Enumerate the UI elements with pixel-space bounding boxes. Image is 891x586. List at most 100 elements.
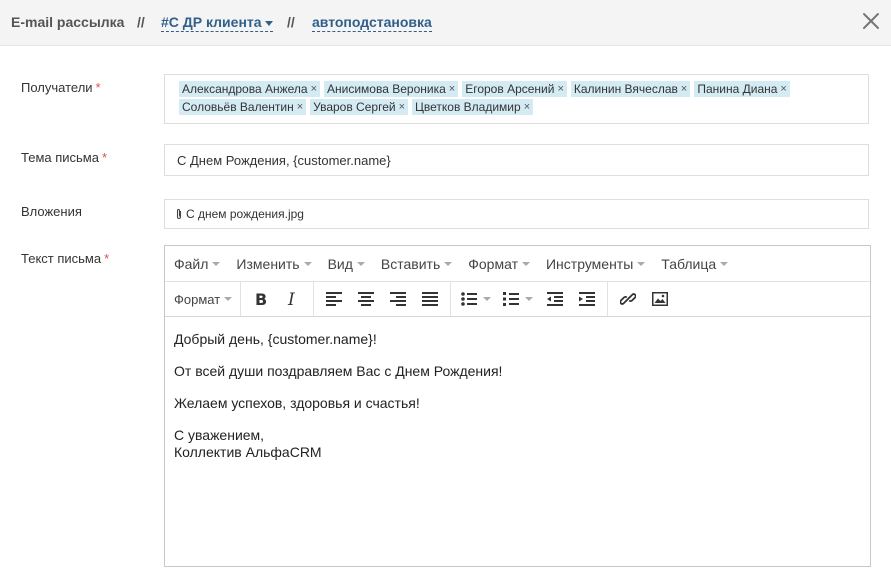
editor-content[interactable]: Добрый день, {customer.name}! От всей ду…: [165, 317, 870, 490]
subject-input[interactable]: С Днем Рождения, {customer.name}: [164, 144, 869, 176]
bullet-list-button[interactable]: [455, 282, 497, 316]
recipient-tag-label: Цветков Владимир: [415, 100, 521, 114]
remove-recipient-icon[interactable]: ×: [297, 99, 303, 115]
link-icon: [620, 293, 637, 305]
remove-recipient-icon[interactable]: ×: [681, 81, 687, 97]
numbered-list-icon: [503, 292, 520, 306]
recipient-tag: Соловьёв Валентин ×: [179, 99, 307, 115]
editor-menu-item[interactable]: Формат: [468, 256, 530, 272]
modal-title: E-mail рассылка: [11, 14, 125, 30]
remove-recipient-icon[interactable]: ×: [780, 81, 786, 97]
editor-menu-label: Формат: [468, 255, 518, 272]
alignment-group: [313, 282, 450, 316]
editor-menu-item[interactable]: Вставить: [380, 255, 453, 272]
modal-header: E-mail рассылка // #С ДР клиента // авто…: [0, 0, 891, 46]
content-paragraph: Желаем успехов, здоровья и счастья!: [174, 395, 420, 411]
editor-menu-label: Изменить: [236, 255, 300, 272]
autosubstitution-link[interactable]: автоподстановка: [312, 14, 432, 32]
remove-recipient-icon[interactable]: ×: [311, 81, 317, 97]
outdent-button[interactable]: [539, 282, 571, 316]
chevron-down-icon: [212, 261, 221, 266]
content-signature: С уважением, Коллектив АльфаCRM: [174, 427, 861, 461]
bullet-list-icon: [461, 292, 478, 306]
signature-line: Коллектив АльфаCRM: [174, 444, 322, 460]
italic-button[interactable]: I: [277, 282, 309, 316]
editor-menu-item[interactable]: Файл: [174, 255, 221, 272]
indent-icon: [579, 292, 596, 306]
chevron-down-icon: [637, 261, 646, 266]
indent-button[interactable]: [571, 282, 603, 316]
remove-recipient-icon[interactable]: ×: [449, 81, 455, 97]
remove-recipient-icon[interactable]: ×: [524, 99, 530, 115]
chevron-down-icon[interactable]: [483, 297, 492, 301]
image-icon: [652, 292, 669, 306]
editor-menu-item[interactable]: Изменить: [236, 255, 312, 272]
recipient-tag: Анисимова Вероника ×: [324, 81, 459, 97]
attachment-file-link[interactable]: С днем рождения.jpg: [186, 207, 304, 221]
svg-text:I: I: [287, 291, 295, 307]
numbered-list-button[interactable]: [497, 282, 539, 316]
subject-label: Тема письма *: [21, 150, 108, 165]
recipient-tag-label: Соловьёв Валентин: [182, 100, 294, 114]
remove-recipient-icon[interactable]: ×: [557, 81, 563, 97]
align-right-button[interactable]: [382, 282, 414, 316]
chevron-down-icon: [521, 261, 530, 266]
italic-icon: I: [287, 291, 295, 307]
format-dropdown[interactable]: Формат: [174, 291, 233, 307]
close-icon[interactable]: [862, 12, 880, 30]
chevron-down-icon: [720, 261, 729, 266]
content-paragraph: Добрый день, {customer.name}!: [174, 331, 377, 347]
breadcrumb-separator: //: [287, 14, 295, 30]
format-dropdown-label: Формат: [174, 291, 221, 307]
template-dropdown-label[interactable]: #С ДР клиента: [161, 14, 273, 32]
recipient-tag-label: Егоров Арсений: [465, 82, 555, 96]
align-justify-button[interactable]: [414, 282, 446, 316]
signature-line: С уважением,: [174, 427, 265, 443]
chevron-down-icon: [224, 297, 233, 301]
chevron-down-icon: [264, 20, 273, 26]
editor-menu-label: Таблица: [661, 255, 717, 272]
remove-recipient-icon[interactable]: ×: [399, 99, 405, 115]
attachments-field[interactable]: С днем рождения.jpg: [164, 199, 869, 229]
editor-menu-item[interactable]: Вид: [328, 256, 365, 272]
align-left-button[interactable]: [318, 282, 350, 316]
recipient-tag: Егоров Арсений ×: [462, 81, 567, 97]
text-style-group: B I: [240, 282, 313, 316]
insert-image-button[interactable]: [644, 282, 676, 316]
bold-button[interactable]: B: [245, 282, 277, 316]
required-mark: *: [101, 150, 108, 165]
editor-menu-label: Вставить: [380, 255, 441, 272]
editor-menu-item[interactable]: Инструменты: [545, 255, 646, 272]
insert-group: [607, 282, 680, 316]
editor-toolbar: Формат B I: [165, 282, 870, 317]
breadcrumb-separator: //: [137, 14, 145, 30]
editor-menu-label: Вид: [327, 255, 353, 272]
editor-menu-item[interactable]: Таблица: [661, 255, 729, 272]
content-paragraph: От всей души поздравляем Вас с Днем Рожд…: [174, 363, 503, 379]
align-justify-icon: [422, 292, 439, 306]
insert-link-button[interactable]: [612, 282, 644, 316]
required-mark: *: [104, 251, 110, 266]
chevron-down-icon: [356, 261, 365, 266]
chevron-down-icon[interactable]: [525, 297, 534, 301]
recipient-tag-label: Калинин Вячеслав: [573, 82, 678, 96]
required-mark: *: [95, 80, 101, 95]
recipient-tag: Калинин Вячеслав ×: [570, 81, 691, 97]
editor-menu-label: Файл: [174, 255, 209, 272]
editor-menu-label: Инструменты: [545, 255, 634, 272]
bold-icon: B: [255, 291, 267, 307]
align-left-icon: [326, 292, 343, 306]
recipients-input[interactable]: Александрова Анжела × Анисимова Вероника × Е…: [164, 74, 869, 124]
subject-value: С Днем Рождения, {customer.name}: [177, 152, 391, 168]
chevron-down-icon: [303, 261, 312, 266]
body-label: Текст письма *: [21, 251, 110, 266]
editor-menubar: Файл Изменить Вид Вставить Формат Инструменты…: [165, 246, 870, 282]
template-dropdown[interactable]: #С ДР клиента: [161, 14, 273, 32]
recipients-label: Получатели *: [21, 80, 101, 95]
recipient-tag: Александрова Анжела ×: [179, 81, 321, 97]
rich-text-editor: Файл Изменить Вид Вставить Формат Инструменты…: [164, 245, 871, 567]
recipient-tag-label: Уваров Сергей: [313, 100, 396, 114]
align-right-icon: [390, 292, 407, 306]
recipient-tag-label: Панина Диана: [697, 82, 778, 96]
align-center-button[interactable]: [350, 282, 382, 316]
